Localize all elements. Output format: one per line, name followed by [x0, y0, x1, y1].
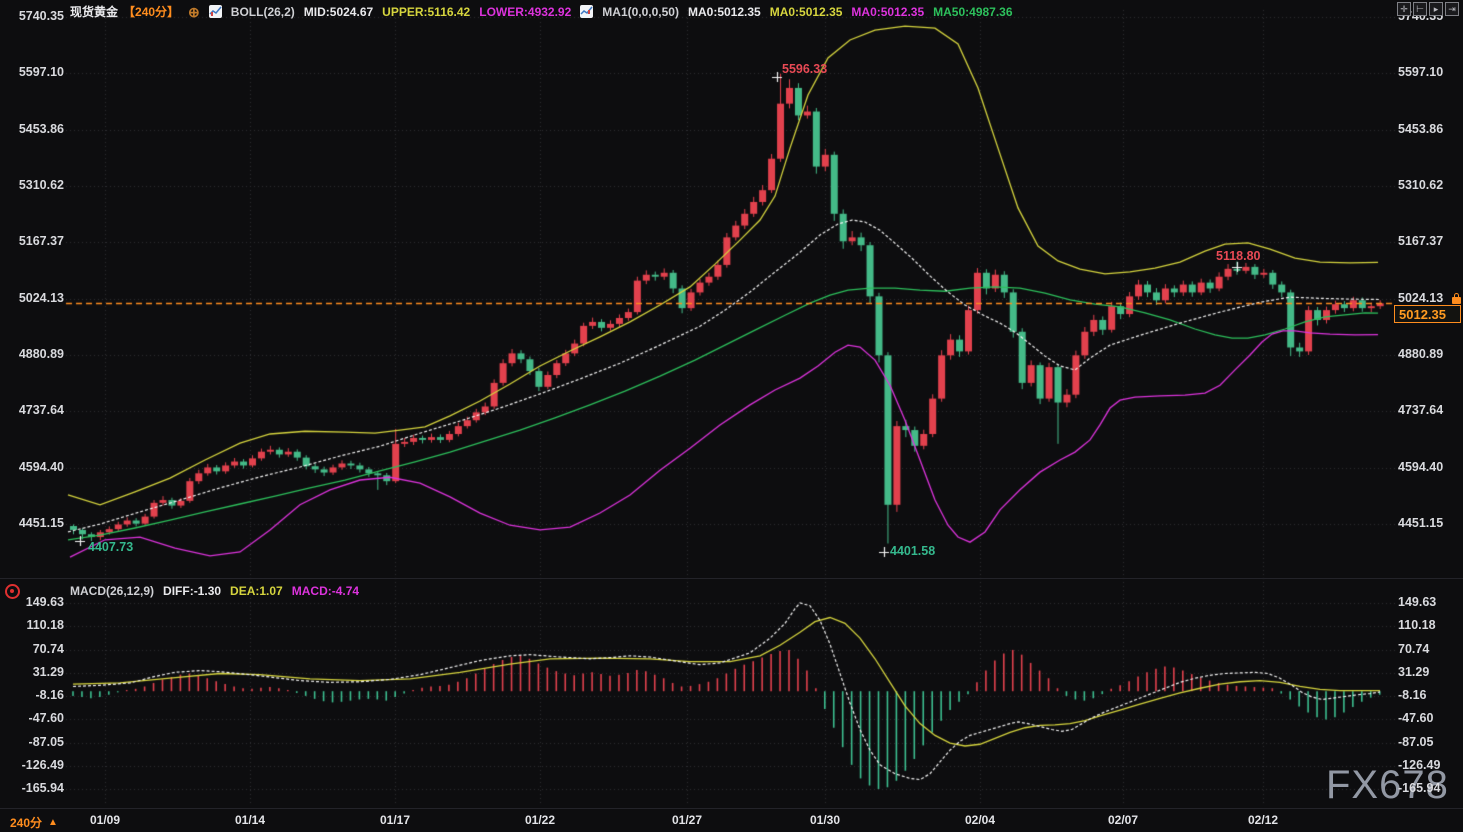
collapse-panel-icon[interactable]: ⇥ — [1445, 2, 1459, 16]
period-label[interactable]: 【240分】 — [123, 3, 179, 20]
low-price-annotation: 4401.58 — [890, 544, 935, 558]
indicator-legend-bar: 现货黄金 【240分】 ⊕ BOLL(26,2) MID:5024.67 UPP… — [70, 3, 1013, 20]
axis-tick-label: 5740.35 — [19, 9, 64, 23]
axis-tick-label: 5310.62 — [1398, 178, 1443, 192]
axis-tick-label: -126.49 — [1398, 758, 1440, 772]
date-tick-label: 01/27 — [672, 813, 702, 827]
axis-tick-label: 5453.86 — [1398, 122, 1443, 136]
axis-tick-label: 4737.64 — [19, 403, 64, 417]
high-price-annotation: 5118.80 — [1216, 249, 1261, 263]
axis-tick-label: 5167.37 — [19, 234, 64, 248]
axis-tick-label: -165.94 — [22, 781, 64, 795]
footer-period-label[interactable]: 240分 — [10, 814, 42, 831]
macd-label: MACD(26,12,9) — [70, 584, 154, 598]
high-price-annotation: 5596.33 — [782, 62, 827, 76]
x-axis-scale-icon[interactable]: ▸ — [1429, 2, 1443, 16]
boll-lower-value: LOWER:4932.92 — [479, 5, 571, 19]
chart-canvas[interactable] — [0, 0, 1463, 832]
ma-label: MA1(0,0,0,50) — [602, 5, 679, 19]
axis-divider — [0, 808, 1463, 809]
macd-macd-value: MACD:-4.74 — [292, 584, 359, 598]
axis-tick-label: 4594.40 — [19, 460, 64, 474]
symbol-name: 现货黄金 — [70, 3, 118, 20]
boll-mid-value: MID:5024.67 — [304, 5, 373, 19]
current-price-tag: 5012.35 — [1394, 305, 1461, 323]
date-tick-label: 01/30 — [810, 813, 840, 827]
axis-tick-label: 110.18 — [26, 618, 64, 632]
macd-diff-value: DIFF:-1.30 — [163, 584, 221, 598]
date-tick-label: 02/04 — [965, 813, 995, 827]
expand-panel-icon[interactable]: ▲ — [48, 817, 58, 828]
footer-period-control[interactable]: 240分 ▲ — [10, 814, 58, 831]
ma0-yellow-value: MA0:5012.35 — [770, 5, 843, 19]
axis-tick-label: 5167.37 — [1398, 234, 1443, 248]
axis-tick-label: 4880.89 — [19, 347, 64, 361]
axis-tick-label: 4737.64 — [1398, 403, 1443, 417]
axis-tick-label: 149.63 — [1398, 595, 1436, 609]
add-indicator-icon[interactable]: ⊕ — [188, 7, 200, 17]
boll-label: BOLL(26,2) — [231, 5, 295, 19]
ma0-magenta-value: MA0:5012.35 — [851, 5, 924, 19]
date-tick-label: 02/07 — [1108, 813, 1138, 827]
date-tick-label: 01/14 — [235, 813, 265, 827]
axis-tick-label: 70.74 — [1398, 642, 1429, 656]
axis-tick-label: 149.63 — [26, 595, 64, 609]
date-tick-label: 01/22 — [525, 813, 555, 827]
low-price-annotation: 4407.73 — [88, 540, 133, 554]
y-axis-scale-icon[interactable]: ⊢ — [1413, 2, 1427, 16]
macd-legend-bar: MACD(26,12,9) DIFF:-1.30 DEA:1.07 MACD:-… — [70, 584, 359, 598]
ma0-white-value: MA0:5012.35 — [688, 5, 761, 19]
axis-tick-label: 5453.86 — [19, 122, 64, 136]
axis-tick-label: 5597.10 — [19, 65, 64, 79]
ma50-value: MA50:4987.36 — [933, 5, 1012, 19]
axis-tick-label: -8.16 — [1398, 688, 1427, 702]
axis-tick-label: -47.60 — [29, 711, 64, 725]
indicator-alert-icon[interactable] — [5, 584, 20, 599]
axis-tick-label: 70.74 — [33, 642, 64, 656]
axis-tick-label: 5597.10 — [1398, 65, 1443, 79]
axis-tick-label: 4451.15 — [19, 516, 64, 530]
axis-tick-label: 5310.62 — [19, 178, 64, 192]
axis-tick-label: -165.94 — [1398, 781, 1440, 795]
axis-tick-label: -126.49 — [22, 758, 64, 772]
date-tick-label: 02/12 — [1248, 813, 1278, 827]
axis-tick-label: -8.16 — [36, 688, 65, 702]
date-tick-label: 01/17 — [380, 813, 410, 827]
date-tick-label: 01/09 — [90, 813, 120, 827]
axis-tick-label: 4880.89 — [1398, 347, 1443, 361]
axis-tick-label: -87.05 — [1398, 735, 1433, 749]
axis-tick-label: 31.29 — [1398, 665, 1429, 679]
chart-icon[interactable] — [209, 5, 222, 18]
chart-icon[interactable] — [580, 5, 593, 18]
axis-tick-label: 4451.15 — [1398, 516, 1443, 530]
panel-divider — [0, 578, 1463, 579]
axis-tick-label: 110.18 — [1398, 618, 1436, 632]
macd-dea-value: DEA:1.07 — [230, 584, 283, 598]
axis-tick-label: 4594.40 — [1398, 460, 1443, 474]
axis-tick-label: -87.05 — [29, 735, 64, 749]
axis-tick-label: 5024.13 — [19, 291, 64, 305]
price-lock-icon[interactable] — [1452, 293, 1461, 304]
chart-window: 现货黄金 【240分】 ⊕ BOLL(26,2) MID:5024.67 UPP… — [0, 0, 1463, 832]
chart-toolbar: ✛ ⊢ ▸ ⇥ — [1397, 2, 1459, 16]
axis-tick-label: -47.60 — [1398, 711, 1433, 725]
axis-tick-label: 5024.13 — [1398, 291, 1443, 305]
pan-icon[interactable]: ✛ — [1397, 2, 1411, 16]
axis-tick-label: 31.29 — [33, 665, 64, 679]
boll-upper-value: UPPER:5116.42 — [382, 5, 470, 19]
